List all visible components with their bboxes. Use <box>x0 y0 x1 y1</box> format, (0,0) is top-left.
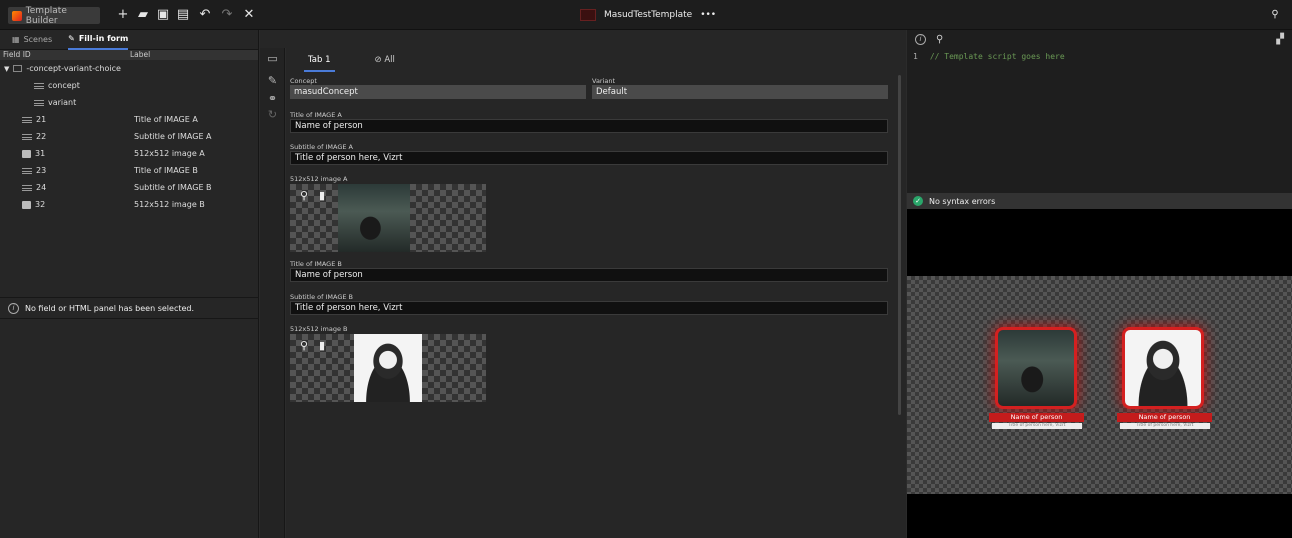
template-name: MasudTestTemplate <box>604 10 693 20</box>
subtitle-a-label: Subtitle of IMAGE A <box>290 143 353 151</box>
text-field-icon <box>22 184 32 191</box>
image-a-thumbnail <box>338 184 410 252</box>
preview-card-a-subtitle: Title of person here, Vizrt <box>992 423 1082 429</box>
subtitle-a-input[interactable]: Title of person here, Vizrt <box>290 151 888 165</box>
trash-icon[interactable]: ▮ <box>316 340 328 352</box>
top-toolbar: Template Builder + ▰ ▣ ▤ ↶ ↷ ✕ MasudTest… <box>0 0 1292 30</box>
app-title: Template Builder <box>25 5 67 26</box>
preview-card-b-subtitle: Title of person here, Vizrt <box>1120 423 1210 429</box>
preview-card-b-image <box>1122 327 1204 409</box>
table-row[interactable]: 21 Title of IMAGE A <box>0 111 258 128</box>
subtitle-b-input[interactable]: Title of person here, Vizrt <box>290 301 888 315</box>
image-b-label: 512x512 image B <box>290 325 348 333</box>
form-panel-icon[interactable]: ▭ <box>260 48 285 70</box>
undo-icon[interactable]: ↶ <box>198 8 212 22</box>
table-row[interactable]: 32 512x512 image B <box>0 196 258 213</box>
template-thumbnail-icon <box>580 9 596 21</box>
tab-1[interactable]: Tab 1 <box>304 48 335 72</box>
line-number: 1 <box>913 52 918 61</box>
info-message: No field or HTML panel has been selected… <box>25 303 195 313</box>
check-circle-icon: ✓ <box>913 196 923 206</box>
text-field-icon <box>22 167 32 174</box>
sidebar: ▦ Scenes ✎ Fill-in form Field ID Label ▼… <box>0 30 259 538</box>
window-layout-icon[interactable]: ▞ <box>1276 34 1284 45</box>
image-a-label: 512x512 image A <box>290 175 348 183</box>
field-table-header: Field ID Label <box>0 50 258 60</box>
vizrt-flame-icon <box>12 10 22 21</box>
image-b-thumbnail <box>354 334 422 402</box>
edit-form-icon: ✎ <box>68 34 75 43</box>
table-row[interactable]: 22 Subtitle of IMAGE A <box>0 128 258 145</box>
render-preview: Name of person Title of person here, Viz… <box>907 209 1292 538</box>
text-field-icon <box>22 133 32 140</box>
refresh-icon[interactable]: ↻ <box>260 104 285 126</box>
info-icon: i <box>8 302 19 314</box>
save-as-icon[interactable]: ▤ <box>176 8 190 22</box>
more-menu-button[interactable]: ••• <box>700 10 716 20</box>
tab-scenes[interactable]: ▦ Scenes <box>12 30 52 50</box>
script-editor[interactable]: 1 // Template script goes here <box>907 48 1292 193</box>
table-row[interactable]: variant <box>0 94 258 111</box>
plus-icon[interactable]: + <box>116 8 130 22</box>
title-b-input[interactable]: Name of person <box>290 268 888 282</box>
form-tool-column: ▭ ✎ ⚭ ↻ <box>260 48 285 538</box>
tab-all[interactable]: ⊘ All <box>371 48 399 72</box>
folder-open-icon[interactable]: ▰ <box>136 8 150 22</box>
script-toolbar: i ⚲ ▞ <box>907 30 1292 48</box>
form-tabs: Tab 1 ⊘ All <box>286 48 906 72</box>
syntax-status-bar: ✓ No syntax errors <box>907 193 1292 209</box>
scenes-icon: ▦ <box>12 35 20 44</box>
image-icon <box>22 200 31 209</box>
fill-in-form: Tab 1 ⊘ All Concept masudConcept Variant… <box>286 48 906 538</box>
column-label[interactable]: Label <box>130 50 150 60</box>
concept-label: Concept <box>290 77 317 85</box>
info-icon[interactable]: i <box>915 33 926 45</box>
close-icon[interactable]: ✕ <box>242 8 256 22</box>
hidden-eye-icon: ⊘ <box>374 55 385 65</box>
subtitle-b-label: Subtitle of IMAGE B <box>290 293 354 301</box>
title-a-label: Title of IMAGE A <box>290 111 342 119</box>
table-row[interactable]: ▼ -concept-variant-choice <box>0 60 258 77</box>
search-icon[interactable]: ⚲ <box>936 34 943 45</box>
variant-select[interactable]: Default <box>592 85 888 99</box>
syntax-status: No syntax errors <box>929 196 996 206</box>
trash-icon[interactable]: ▮ <box>316 190 328 202</box>
tab-fill-in-form[interactable]: ✎ Fill-in form <box>68 30 129 50</box>
concept-select[interactable]: masudConcept <box>290 85 586 99</box>
table-row[interactable]: 31 512x512 image A <box>0 145 258 162</box>
text-field-icon <box>34 82 44 89</box>
column-field-id[interactable]: Field ID <box>0 50 130 60</box>
variant-label: Variant <box>592 77 616 85</box>
search-icon[interactable]: ⚲ <box>298 340 310 352</box>
image-icon <box>22 149 31 158</box>
sidebar-tabs: ▦ Scenes ✎ Fill-in form <box>0 30 258 50</box>
image-a-picker[interactable]: ⚲ ▮ <box>290 184 486 252</box>
template-title: MasudTestTemplate ••• <box>580 9 716 21</box>
title-b-label: Title of IMAGE B <box>290 260 342 268</box>
title-a-input[interactable]: Name of person <box>290 119 888 133</box>
save-icon[interactable]: ▣ <box>156 8 170 22</box>
image-b-picker[interactable]: ⚲ ▮ <box>290 334 486 402</box>
preview-card-b-name: Name of person <box>1117 413 1212 422</box>
redo-icon[interactable]: ↷ <box>220 8 234 22</box>
form-scrollbar[interactable] <box>898 75 901 415</box>
preview-transparency-area: Name of person Title of person here, Viz… <box>907 276 1292 494</box>
text-field-icon <box>34 99 44 106</box>
chevron-down-icon[interactable]: ▼ <box>4 65 9 73</box>
search-icon[interactable]: ⚲ <box>298 190 310 202</box>
preview-card-a-image <box>995 327 1077 409</box>
preview-card-a-name: Name of person <box>989 413 1084 422</box>
app-title-button[interactable]: Template Builder <box>8 5 100 26</box>
script-preview-panel: i ⚲ ▞ 1 // Template script goes here ✓ No… <box>907 30 1292 538</box>
code-comment: // Template script goes here <box>929 52 1065 61</box>
table-row[interactable]: concept <box>0 77 258 94</box>
pin-icon[interactable]: ⚲ <box>1268 8 1282 22</box>
text-field-icon <box>22 116 32 123</box>
table-row[interactable]: 23 Title of IMAGE B <box>0 162 258 179</box>
form-header-spacer <box>260 30 906 48</box>
table-row[interactable]: 24 Subtitle of IMAGE B <box>0 179 258 196</box>
selection-info-bar: i No field or HTML panel has been select… <box>0 297 259 319</box>
folder-icon <box>13 65 23 72</box>
